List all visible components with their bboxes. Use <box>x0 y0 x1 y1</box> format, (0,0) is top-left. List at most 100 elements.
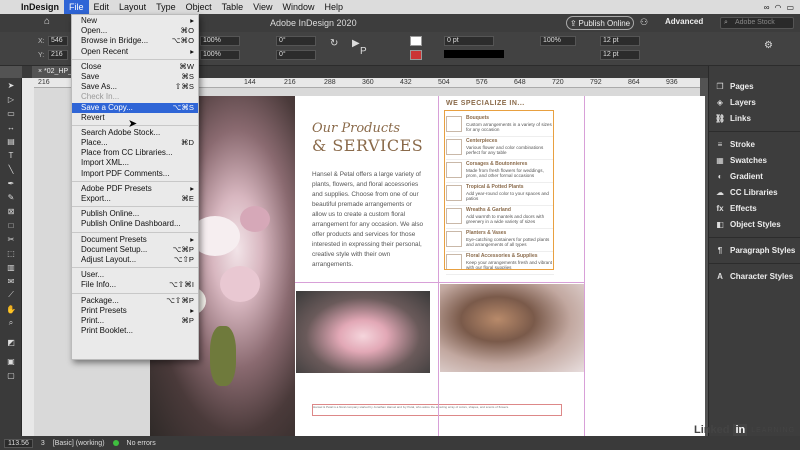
fill-stroke-icon[interactable]: ◩ <box>0 330 22 354</box>
stroke-swatch-icon[interactable] <box>410 50 422 60</box>
file-menu-item-document-presets[interactable]: Document Presets ▸ <box>72 235 198 245</box>
rectangle-frame-tool-icon[interactable]: ⊠ <box>0 204 22 218</box>
y-field[interactable]: 216 <box>48 50 68 60</box>
file-menu-item-print-booklet[interactable]: Print Booklet... <box>72 326 198 336</box>
share-icon[interactable]: ⚇ <box>640 17 648 28</box>
scale-x-field[interactable]: 100% <box>200 36 240 46</box>
specialize-heading[interactable]: WE SPECIALIZE IN... <box>446 100 525 107</box>
panel-paragraph-styles[interactable]: ¶ Paragraph Styles <box>709 242 800 258</box>
selection-tool-icon[interactable]: ➤ <box>0 78 22 92</box>
scissors-tool-icon[interactable]: ✂ <box>0 232 22 246</box>
file-menu-item-adobe-pdf-presets[interactable]: Adobe PDF Presets ▸ <box>72 184 198 194</box>
file-menu-item-print-presets[interactable]: Print Presets ▸ <box>72 306 198 316</box>
file-menu-item-export[interactable]: Export... ⌘E <box>72 194 198 204</box>
gap-tool-icon[interactable]: ↔ <box>0 120 22 134</box>
rectangle-tool-icon[interactable]: □ <box>0 218 22 232</box>
file-menu-item-open[interactable]: Open... ⌘O <box>72 26 198 36</box>
menu-type[interactable]: Type <box>151 2 181 12</box>
preflight-status[interactable]: No errors <box>127 440 156 447</box>
services-title[interactable]: & SERVICES <box>312 136 423 155</box>
zoom-tool-icon[interactable]: ⌕ <box>0 316 22 330</box>
pencil-tool-icon[interactable]: ✎ <box>0 190 22 204</box>
file-menu-item-import-pdf-comments[interactable]: Import PDF Comments... <box>72 169 198 179</box>
file-menu-item-save[interactable]: Save ⌘S <box>72 72 198 82</box>
body-text-frame[interactable]: Hansel & Petal offers a large variety of… <box>312 170 424 270</box>
menu-view[interactable]: View <box>248 2 277 12</box>
screen-mode-icon[interactable]: ▢ <box>0 368 22 382</box>
scale-y-field[interactable]: 100% <box>200 50 240 60</box>
publish-online-button[interactable]: ⇪ Publish Online <box>566 16 634 30</box>
children-photo[interactable] <box>440 284 584 372</box>
menu-file[interactable]: File <box>64 0 89 14</box>
adobe-stock-search[interactable]: ⌕ Adobe Stock <box>720 17 794 29</box>
file-menu-item-publish-online[interactable]: Publish Online... <box>72 209 198 219</box>
file-menu-item-save-as[interactable]: Save As... ⇧⌘S <box>72 82 198 92</box>
file-menu-item-user[interactable]: User... <box>72 270 198 280</box>
file-menu-item-new[interactable]: New ▸ <box>72 16 198 26</box>
file-menu-item-package[interactable]: Package... ⌥⇧⌘P <box>72 296 198 306</box>
rotate-field[interactable]: 0° <box>276 36 316 46</box>
type-tool-icon[interactable]: T <box>0 148 22 162</box>
pen-tool-icon[interactable]: ✒ <box>0 176 22 190</box>
file-menu-item-save-a-copy[interactable]: Save a Copy... ⌥⌘S <box>72 102 198 113</box>
gear-icon[interactable]: ⚙ <box>764 40 773 51</box>
eyedropper-tool-icon[interactable]: ⟋ <box>0 288 22 302</box>
cc-icon[interactable]: ∞ <box>764 3 770 12</box>
shear-field[interactable]: 0° <box>276 50 316 60</box>
stroke-type-dropdown[interactable] <box>444 50 504 58</box>
bouquet-photo[interactable] <box>296 291 430 373</box>
panel-layers[interactable]: ◈ Layers <box>709 94 800 110</box>
menu-window[interactable]: Window <box>277 2 319 12</box>
wifi-icon[interactable]: ◠ <box>774 3 781 12</box>
panel-effects[interactable]: fx Effects <box>709 200 800 216</box>
file-menu-item-adjust-layout[interactable]: Adjust Layout... ⌥⇧P <box>72 255 198 265</box>
panel-links[interactable]: ⛓ Links <box>709 110 800 126</box>
panel-pages[interactable]: ❐ Pages <box>709 78 800 94</box>
panel-swatches[interactable]: ▦ Swatches <box>709 152 800 168</box>
selected-frame[interactable] <box>444 110 554 270</box>
page-number-field[interactable]: 3 <box>41 440 45 447</box>
file-menu-item-print[interactable]: Print... ⌘P <box>72 316 198 326</box>
file-menu-item-place-from-cc-libraries[interactable]: Place from CC Libraries... <box>72 148 198 158</box>
file-menu-item-place[interactable]: Place... ⌘D <box>72 138 198 148</box>
line-tool-icon[interactable]: ╲ <box>0 162 22 176</box>
file-menu-item-browse-in-bridge[interactable]: Browse in Bridge... ⌥⌘O <box>72 36 198 46</box>
formatting-icon[interactable]: ▣ <box>0 354 22 368</box>
menu-help[interactable]: Help <box>320 2 349 12</box>
rotate-icon[interactable]: ↻ <box>330 38 338 49</box>
file-menu-item-document-setup[interactable]: Document Setup... ⌥⌘P <box>72 245 198 255</box>
paragraph-icon[interactable]: P <box>360 46 367 57</box>
hand-tool-icon[interactable]: ✋ <box>0 302 22 316</box>
footer-text-frame[interactable]: Hansel & Petal is a floral company start… <box>312 404 562 416</box>
x-field[interactable]: 546 <box>48 36 68 46</box>
file-menu-item-import-xml[interactable]: Import XML... <box>72 158 198 168</box>
battery-icon[interactable]: ▭ <box>786 3 794 12</box>
style-status[interactable]: [Basic] (working) <box>53 440 105 447</box>
file-menu-item-close[interactable]: Close ⌘W <box>72 62 198 72</box>
content-collector-icon[interactable]: ▤ <box>0 134 22 148</box>
home-icon[interactable]: ⌂ <box>44 16 50 27</box>
menu-table[interactable]: Table <box>217 2 249 12</box>
fill-swatch-icon[interactable] <box>410 36 422 46</box>
pt-field-1[interactable]: 12 pt <box>600 36 640 46</box>
panel-cc-libraries[interactable]: ☁ CC Libraries <box>709 184 800 200</box>
panel-character-styles[interactable]: A Character Styles <box>709 268 800 284</box>
workspace-switcher[interactable]: Advanced <box>665 17 703 26</box>
products-title[interactable]: Our Products <box>312 121 400 136</box>
flip-icon[interactable]: ▶ <box>352 38 360 49</box>
page-tool-icon[interactable]: ▭ <box>0 106 22 120</box>
gradient-tool-icon[interactable]: ▥ <box>0 260 22 274</box>
panel-stroke[interactable]: ≡ Stroke <box>709 136 800 152</box>
zoom-field[interactable]: 113.56 <box>4 438 33 448</box>
free-transform-tool-icon[interactable]: ⬚ <box>0 246 22 260</box>
panel-gradient[interactable]: ◐ Gradient <box>709 168 800 184</box>
file-menu-item-file-info[interactable]: File Info... ⌥⇧⌘I <box>72 280 198 290</box>
close-icon[interactable]: × <box>38 68 42 75</box>
opacity-field[interactable]: 100% <box>540 36 576 46</box>
stroke-weight-field[interactable]: 0 pt <box>444 36 494 46</box>
panel-object-styles[interactable]: ◧ Object Styles <box>709 216 800 232</box>
menu-app[interactable]: InDesign <box>16 2 64 12</box>
file-menu-item-publish-online-dashboard[interactable]: Publish Online Dashboard... <box>72 219 198 229</box>
menu-layout[interactable]: Layout <box>114 2 151 12</box>
pt-field-2[interactable]: 12 pt <box>600 50 640 60</box>
